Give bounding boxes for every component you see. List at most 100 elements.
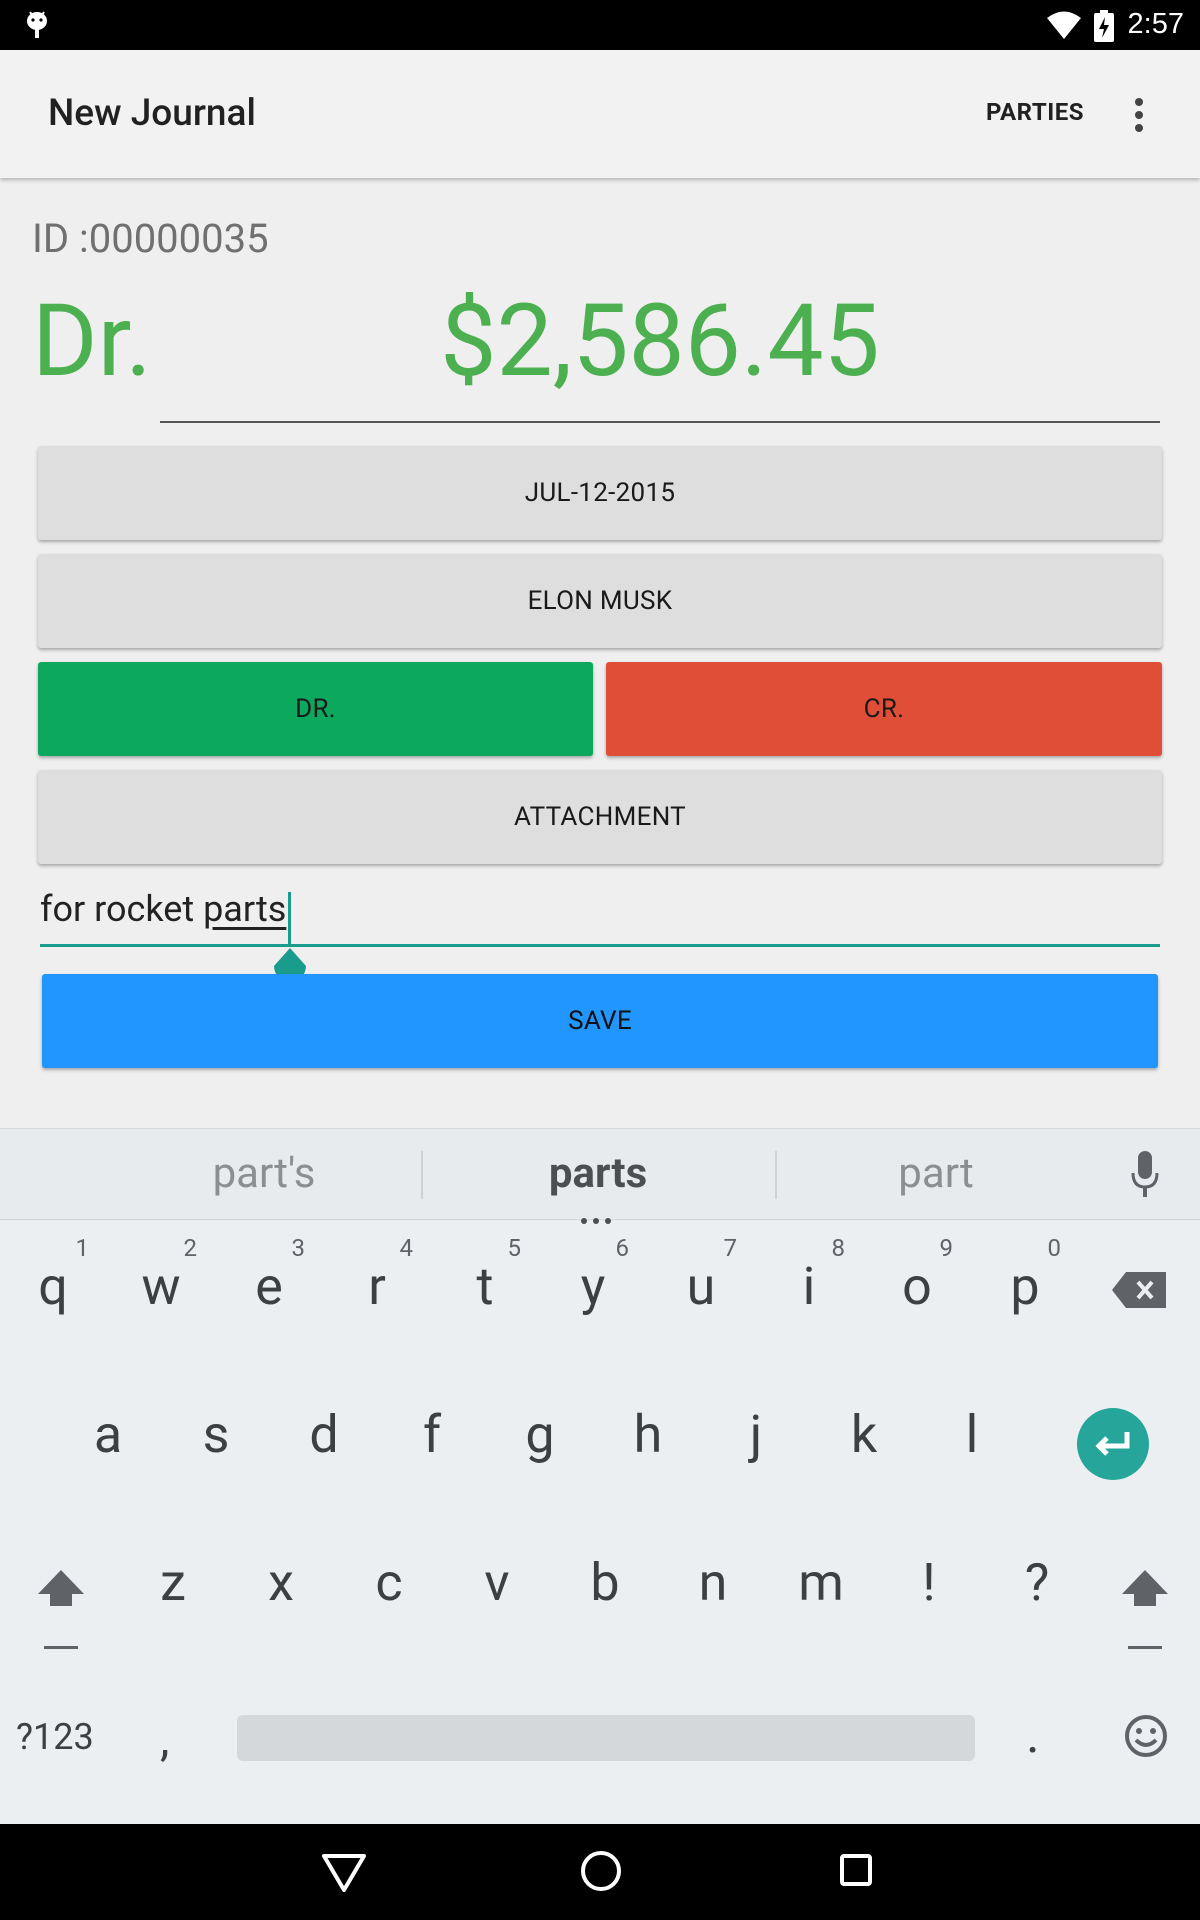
key-label: t <box>476 1256 494 1317</box>
key-label: d <box>309 1404 339 1465</box>
key[interactable]: c <box>339 1540 439 1640</box>
key[interactable]: w2 <box>111 1234 211 1344</box>
key[interactable]: f <box>382 1392 482 1492</box>
date-button[interactable]: JUL-12-2015 <box>38 446 1162 540</box>
status-bar: 2:57 <box>0 0 1200 50</box>
key[interactable]: k <box>814 1392 914 1492</box>
key-label: x <box>268 1552 294 1613</box>
shift-icon[interactable] <box>36 1568 86 1652</box>
android-notification-icon <box>27 11 47 38</box>
key[interactable]: q1 <box>3 1234 103 1344</box>
debit-button[interactable]: DR. <box>38 662 593 756</box>
key-label: u <box>686 1256 716 1317</box>
key-label: ? <box>1024 1552 1050 1613</box>
key-label: z <box>160 1552 186 1613</box>
key[interactable]: u7 <box>651 1234 751 1344</box>
comma-key[interactable]: , <box>160 1710 169 1767</box>
key[interactable]: x <box>231 1540 331 1640</box>
back-icon[interactable] <box>320 1848 368 1896</box>
key-number-hint: 0 <box>1047 1234 1062 1262</box>
key[interactable]: d <box>274 1392 374 1492</box>
key[interactable]: s <box>166 1392 266 1492</box>
home-icon[interactable] <box>578 1848 624 1894</box>
emoji-icon[interactable] <box>1124 1714 1168 1758</box>
key[interactable]: t5 <box>435 1234 535 1344</box>
key-label: m <box>798 1552 844 1613</box>
suggestion-1[interactable]: part's <box>114 1149 414 1198</box>
page-title: New Journal <box>48 92 256 135</box>
text-cursor <box>288 892 291 944</box>
overflow-menu-icon[interactable] <box>1124 94 1154 138</box>
key[interactable]: v <box>447 1540 547 1640</box>
party-button[interactable]: ELON MUSK <box>38 554 1162 648</box>
key-label: n <box>698 1552 728 1613</box>
key[interactable]: r4 <box>327 1234 427 1344</box>
parties-button[interactable]: PARTIES <box>986 98 1084 126</box>
backspace-icon[interactable] <box>1112 1272 1166 1308</box>
key-label: v <box>484 1552 510 1613</box>
key[interactable]: b <box>555 1540 655 1640</box>
suggestion-3[interactable]: part <box>786 1149 1086 1198</box>
key-label: ! <box>922 1552 936 1613</box>
key[interactable]: z <box>123 1540 223 1640</box>
key-number-hint: 5 <box>507 1234 522 1262</box>
save-button[interactable]: SAVE <box>42 974 1158 1068</box>
key-label: a <box>93 1404 123 1465</box>
key-number-hint: 8 <box>831 1234 846 1262</box>
suggestion-2[interactable]: parts <box>448 1149 748 1198</box>
key-label: j <box>749 1404 763 1465</box>
key-label: l <box>965 1404 979 1465</box>
key-label: i <box>802 1256 816 1317</box>
key[interactable]: a <box>58 1392 158 1492</box>
key-number-hint: 9 <box>939 1234 954 1262</box>
key[interactable]: o9 <box>867 1234 967 1344</box>
key[interactable]: p0 <box>975 1234 1075 1344</box>
key[interactable]: i8 <box>759 1234 859 1344</box>
shift-icon[interactable] <box>1120 1568 1170 1652</box>
status-clock: 2:57 <box>1127 8 1184 40</box>
key[interactable]: h <box>598 1392 698 1492</box>
key[interactable]: y6 <box>543 1234 643 1344</box>
memo-text: for rocket <box>40 888 204 930</box>
key-label: w <box>141 1256 181 1317</box>
app-bar: New Journal PARTIES <box>0 50 1200 178</box>
key-label: y <box>580 1256 606 1317</box>
entry-type-label: Dr. <box>32 283 152 400</box>
key-number-hint: 6 <box>615 1234 630 1262</box>
mic-icon[interactable] <box>1130 1151 1160 1199</box>
enter-icon <box>1095 1432 1130 1456</box>
key-number-hint: 3 <box>291 1234 306 1262</box>
key[interactable]: e3 <box>219 1234 319 1344</box>
memo-underline <box>40 944 1160 947</box>
spacebar[interactable] <box>237 1715 975 1761</box>
navigation-bar <box>0 1824 1200 1920</box>
amount-underline <box>160 421 1160 423</box>
key[interactable]: ? <box>987 1540 1087 1640</box>
key-label: h <box>633 1404 663 1465</box>
key-label: b <box>590 1552 620 1613</box>
journal-id: ID :00000035 <box>32 215 269 262</box>
symbols-key[interactable]: ?123 <box>16 1716 94 1758</box>
recents-icon[interactable] <box>836 1850 876 1890</box>
enter-key[interactable] <box>1077 1408 1149 1480</box>
key-label: p <box>1010 1256 1040 1317</box>
memo-input[interactable]: for rocket parts <box>40 888 1160 944</box>
period-key[interactable]: . <box>1026 1704 1040 1765</box>
suggestion-strip: part's parts part <box>0 1129 1200 1224</box>
key[interactable]: ! <box>879 1540 979 1640</box>
key[interactable]: n <box>663 1540 763 1640</box>
attachment-button[interactable]: ATTACHMENT <box>38 770 1162 864</box>
key-label: q <box>38 1256 68 1317</box>
key[interactable]: l <box>922 1392 1022 1492</box>
key-label: g <box>525 1404 555 1465</box>
credit-button[interactable]: CR. <box>606 662 1162 756</box>
key[interactable]: g <box>490 1392 590 1492</box>
battery-charging-icon <box>1094 10 1114 42</box>
key-label: s <box>202 1404 230 1465</box>
key-number-hint: 2 <box>183 1234 198 1262</box>
suggestion-divider <box>421 1151 423 1199</box>
amount-field[interactable]: $2,586.45 <box>160 292 1160 392</box>
more-suggestions-icon[interactable] <box>578 1209 618 1224</box>
key[interactable]: m <box>771 1540 871 1640</box>
key[interactable]: j <box>706 1392 806 1492</box>
